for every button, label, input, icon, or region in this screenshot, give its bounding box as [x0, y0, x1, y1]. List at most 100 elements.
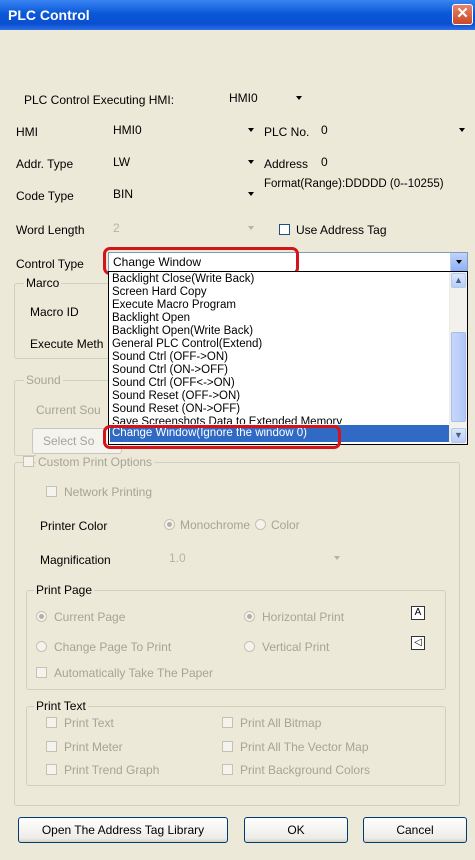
exec-hmi-value: HMI0: [229, 91, 258, 105]
chevron-down-icon: [456, 260, 462, 264]
control-type-label: Control Type: [16, 257, 84, 271]
chevron-down-icon: [248, 160, 254, 164]
print-all-vector-checkbox: [222, 741, 233, 752]
list-item-execute-macro[interactable]: Execute Macro Program: [110, 299, 450, 312]
vertical-print-radio: [244, 641, 255, 652]
chevron-down-icon: [296, 96, 302, 100]
print-text-checkbox: [46, 717, 57, 728]
network-printing-label: Network Printing: [64, 485, 153, 499]
word-length-value: 2: [113, 221, 120, 235]
change-page-label: Change Page To Print: [54, 640, 172, 654]
vertical-print-icon: ◁: [411, 636, 425, 650]
cancel-button[interactable]: Cancel: [363, 817, 467, 843]
auto-take-paper-checkbox: [36, 667, 47, 678]
chevron-up-icon: ▲: [454, 275, 463, 285]
code-type-select[interactable]: BIN: [108, 184, 258, 204]
print-page-legend: Print Page: [34, 583, 95, 597]
window-title: PLC Control: [8, 7, 90, 23]
print-meter-checkbox: [46, 741, 57, 752]
hmi-label: HMI: [16, 125, 38, 139]
list-item-backlight-close-write-back[interactable]: Backlight Close(Write Back): [110, 273, 450, 286]
select-sound-label: Select So: [43, 434, 95, 448]
word-length-label: Word Length: [16, 223, 85, 237]
ok-label: OK: [287, 823, 305, 837]
list-item-sound-ctrl-off-on[interactable]: Sound Ctrl (OFF->ON): [110, 351, 450, 364]
ok-button[interactable]: OK: [244, 817, 348, 843]
hmi-value: HMI0: [113, 123, 142, 137]
hmi-select[interactable]: HMI0: [108, 120, 258, 140]
change-page-radio: [36, 641, 47, 652]
list-item-sound-ctrl-toggle[interactable]: Sound Ctrl (OFF<->ON): [110, 377, 450, 390]
list-item-save-screenshots[interactable]: Save Screenshots Data to Extended Memory: [110, 416, 450, 424]
address-value: 0: [321, 155, 328, 169]
addr-type-label: Addr. Type: [16, 157, 74, 171]
close-icon: ✕: [456, 5, 469, 22]
word-length-select: 2: [108, 218, 258, 238]
addr-type-select[interactable]: LW: [108, 152, 258, 172]
dropdown-scrollbar[interactable]: ▲ ▼: [449, 272, 467, 444]
exec-hmi-label: PLC Control Executing HMI:: [24, 93, 175, 107]
close-button[interactable]: ✕: [452, 4, 473, 25]
code-type-label: Code Type: [16, 189, 74, 203]
custom-print-label: Custom Print Options: [36, 455, 155, 469]
macro-id-label: Macro ID: [30, 305, 79, 319]
current-page-radio: [36, 611, 47, 622]
address-label: Address: [264, 157, 309, 171]
format-range-text: Format(Range):DDDDD (0--10255): [264, 178, 444, 190]
print-text-label: Print Text: [64, 716, 114, 730]
monochrome-label: Monochrome: [180, 518, 251, 532]
use-address-tag-checkbox[interactable]: [279, 224, 290, 235]
magnification-value: 1.0: [169, 551, 186, 565]
print-bg-colors-label: Print Background Colors: [240, 763, 371, 777]
list-item-backlight-open[interactable]: Backlight Open: [110, 312, 450, 325]
color-label: Color: [271, 518, 300, 532]
current-sound-label: Current Sou: [36, 403, 101, 417]
chevron-down-icon: [248, 192, 254, 196]
custom-print-checkbox[interactable]: [23, 456, 34, 467]
cancel-label: Cancel: [396, 823, 434, 837]
list-item-sound-reset-on-off[interactable]: Sound Reset (ON->OFF): [110, 403, 450, 416]
highlight-box-change-window: [103, 425, 341, 449]
control-type-dropdown-button[interactable]: [450, 253, 467, 271]
horizontal-print-label: Horizontal Print: [262, 610, 345, 624]
list-item-sound-reset-off-on[interactable]: Sound Reset (OFF->ON): [110, 390, 450, 403]
list-item-backlight-open-write-back[interactable]: Backlight Open(Write Back): [110, 325, 450, 338]
plc-no-select[interactable]: 0: [316, 120, 466, 140]
print-all-bitmap-checkbox: [222, 717, 233, 728]
plc-no-value: 0: [321, 123, 328, 137]
scroll-down-button[interactable]: ▼: [451, 428, 466, 443]
magnification-select: 1.0: [164, 548, 344, 568]
monochrome-radio: [164, 519, 175, 530]
execute-method-label: Execute Meth: [30, 337, 104, 351]
sound-legend: Sound: [24, 373, 63, 387]
print-bg-colors-checkbox: [222, 764, 233, 775]
chevron-down-icon: ▼: [454, 430, 463, 440]
address-input[interactable]: 0: [316, 152, 466, 172]
code-type-value: BIN: [113, 187, 134, 201]
list-item-sound-ctrl-on-off[interactable]: Sound Ctrl (ON->OFF): [110, 364, 450, 377]
open-tag-library-button[interactable]: Open The Address Tag Library: [18, 817, 228, 843]
print-trend-checkbox: [46, 764, 57, 775]
chevron-down-icon: [248, 128, 254, 132]
print-all-bitmap-label: Print All Bitmap: [240, 716, 322, 730]
list-item-screen-hard-copy[interactable]: Screen Hard Copy: [110, 286, 450, 299]
horizontal-print-icon: A: [411, 606, 425, 620]
control-type-dropdown-list[interactable]: Backlight Close(Write Back) Screen Hard …: [108, 271, 468, 445]
macro-legend: Marco: [24, 276, 62, 290]
use-address-tag-label: Use Address Tag: [296, 223, 387, 237]
chevron-down-icon: [459, 128, 465, 132]
print-text-legend: Print Text: [34, 699, 88, 713]
scrollbar-thumb[interactable]: [451, 332, 466, 422]
horizontal-print-radio: [244, 611, 255, 622]
print-all-vector-label: Print All The Vector Map: [240, 740, 369, 754]
vertical-print-label: Vertical Print: [262, 640, 330, 654]
chevron-down-icon: [334, 556, 340, 560]
addr-type-value: LW: [113, 155, 131, 169]
network-printing-checkbox: [46, 486, 57, 497]
print-trend-label: Print Trend Graph: [64, 763, 160, 777]
scroll-up-button[interactable]: ▲: [451, 273, 466, 288]
printer-color-label: Printer Color: [40, 519, 108, 533]
list-item-general-plc-control[interactable]: General PLC Control(Extend): [110, 338, 450, 351]
chevron-down-icon: [248, 226, 254, 230]
color-radio: [255, 519, 266, 530]
